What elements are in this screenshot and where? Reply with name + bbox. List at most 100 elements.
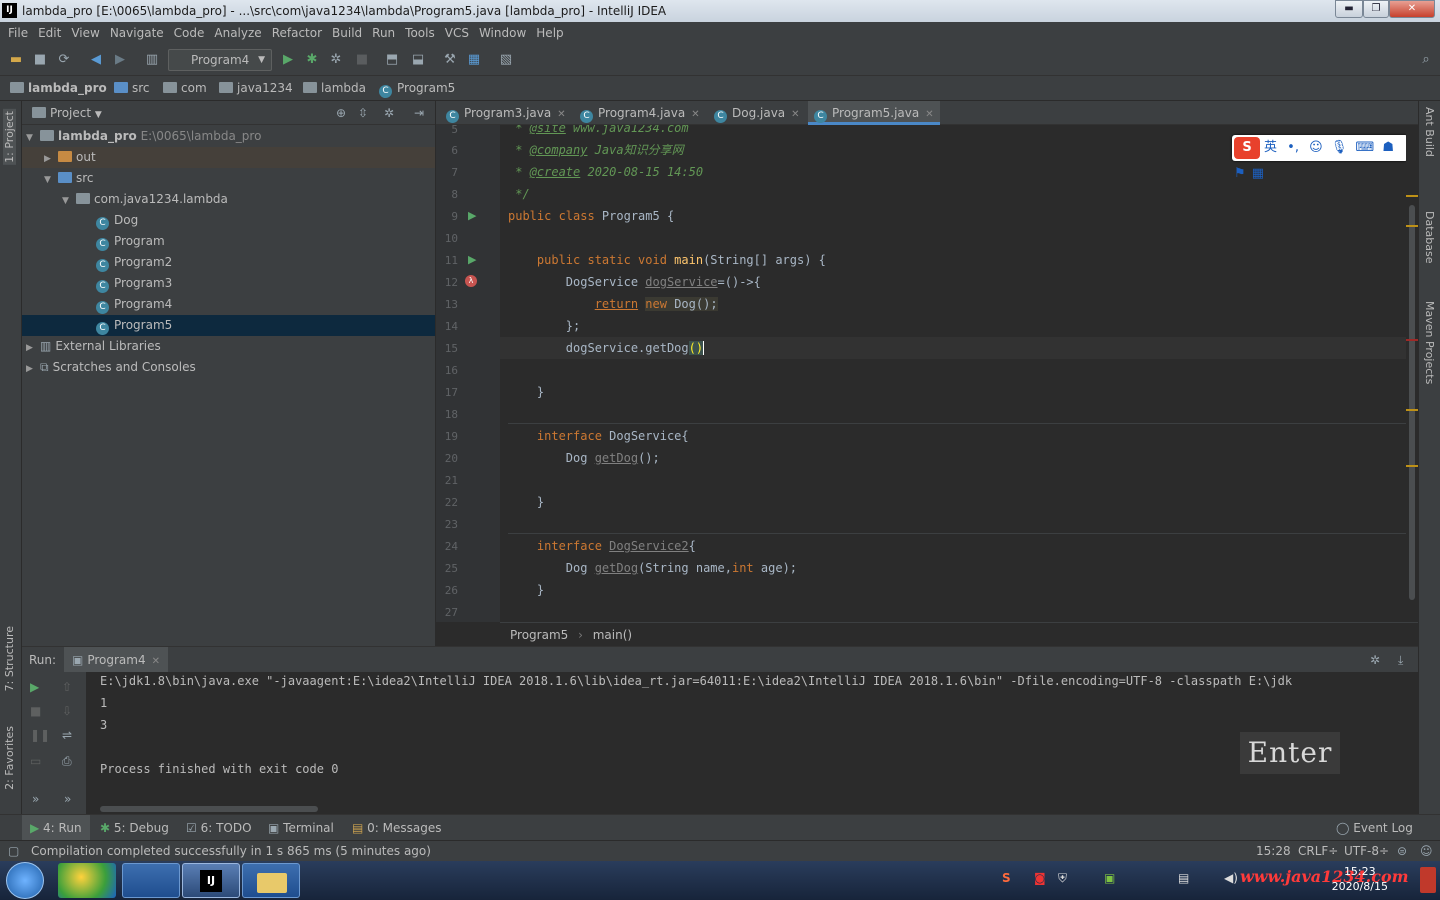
back-icon[interactable]: ◀	[88, 52, 104, 68]
taskbar-intellij-icon[interactable]: IJ	[182, 863, 240, 898]
menu-window[interactable]: Window	[477, 22, 528, 44]
menu-analyze[interactable]: Analyze	[212, 22, 263, 44]
tab-dog[interactable]: C Dog.java ✕	[708, 101, 806, 125]
close-tab-icon[interactable]: ✕	[557, 109, 565, 120]
punctuation-icon[interactable]: •,	[1287, 140, 1299, 155]
project-tool-tab[interactable]: 1: Project	[3, 109, 16, 165]
soft-wrap-icon[interactable]: ⇌	[62, 728, 72, 742]
tree-item-out[interactable]: ▶ out	[22, 147, 435, 168]
vcs-icon[interactable]: ▧	[498, 52, 514, 68]
print-icon[interactable]: ⎙	[62, 754, 72, 769]
tray-network-icon[interactable]: ▤	[1178, 871, 1189, 885]
caret-position[interactable]: 15:28	[1256, 841, 1291, 861]
run-tab-program4[interactable]: ▣ Program4 ✕	[64, 647, 168, 673]
breadcrumb-class[interactable]: Program5	[510, 628, 568, 642]
coverage-icon[interactable]: ✲	[328, 52, 344, 68]
tree-item-scratches[interactable]: ▶ ⧉ Scratches and Consoles	[22, 357, 435, 378]
user-icon[interactable]: ☗	[1382, 140, 1394, 155]
tree-item-class[interactable]: C Program2	[22, 252, 435, 273]
menu-tools[interactable]: Tools	[403, 22, 437, 44]
maximize-button[interactable]: ❐	[1363, 0, 1389, 18]
dump-icon[interactable]: ▭	[30, 754, 41, 768]
stop-icon[interactable]: ■	[30, 704, 41, 718]
breadcrumb-lambda[interactable]: lambda	[303, 76, 366, 100]
keyboard-icon[interactable]: ⌨	[1355, 140, 1374, 155]
run-icon[interactable]: ▶	[280, 52, 296, 68]
inspector-icon[interactable]: ☺	[1420, 841, 1433, 861]
ime-toolbar[interactable]: S英 •, ☺ 🎙 ⌨ ☗ ⚑ ▦	[1232, 135, 1408, 181]
menu-code[interactable]: Code	[172, 22, 207, 44]
menu-navigate[interactable]: Navigate	[108, 22, 166, 44]
tab-debug[interactable]: ✱ 5: Debug	[100, 815, 169, 841]
taskbar-explorer-icon[interactable]	[242, 863, 300, 898]
taskbar-app-icon[interactable]	[58, 863, 116, 898]
tree-item-root[interactable]: ▼ lambda_pro E:\0065\lambda_pro	[22, 126, 435, 147]
favorites-tool-tab[interactable]: 2: Favorites	[3, 726, 16, 790]
file-encoding[interactable]: UTF-8÷	[1344, 841, 1389, 861]
tab-todo[interactable]: ☑ 6: TODO	[186, 815, 252, 841]
warning-stripe[interactable]	[1406, 465, 1418, 467]
start-button[interactable]	[6, 862, 44, 899]
close-tab-icon[interactable]: ✕	[791, 109, 799, 120]
menu-edit[interactable]: Edit	[36, 22, 63, 44]
taskbar-browser-icon[interactable]	[122, 863, 180, 898]
forward-icon[interactable]: ▶	[112, 52, 128, 68]
tree-item-class-selected[interactable]: C Program5	[22, 315, 435, 336]
tray-volume-icon[interactable]: ◀)	[1224, 871, 1238, 885]
breadcrumb-project[interactable]: lambda_pro	[10, 76, 107, 100]
menu-refactor[interactable]: Refactor	[270, 22, 324, 44]
warning-stripe[interactable]	[1406, 195, 1418, 197]
console-output[interactable]: E:\jdk1.8\bin\java.exe "-javaagent:E:\id…	[86, 672, 1406, 814]
warning-stripe[interactable]	[1406, 409, 1418, 411]
menu-build[interactable]: Build	[330, 22, 364, 44]
line-separator[interactable]: CRLF÷	[1298, 841, 1338, 861]
scrollbar-thumb[interactable]	[1409, 205, 1415, 600]
menu-help[interactable]: Help	[534, 22, 565, 44]
tree-item-class[interactable]: C Dog	[22, 210, 435, 231]
search-everywhere-icon[interactable]: ⌕	[1418, 52, 1434, 68]
ant-build-tool-tab[interactable]: Ant Build	[1423, 107, 1436, 157]
chevron-down-icon[interactable]: ▼	[95, 110, 102, 120]
tab-program4[interactable]: C Program4.java ✕	[574, 101, 706, 125]
more-icon[interactable]: »	[32, 792, 39, 806]
code-editor[interactable]: * @site www.java1234.com * @company Java…	[500, 125, 1406, 622]
menu-grid-icon[interactable]: ▦	[1252, 166, 1264, 181]
tab-run[interactable]: ▶ 4: Run	[22, 815, 90, 841]
tray-app-icon[interactable]: ◙	[1034, 871, 1046, 885]
tree-item-class[interactable]: C Program4	[22, 294, 435, 315]
structure-tool-tab[interactable]: 7: Structure	[3, 626, 16, 691]
project-structure-icon[interactable]: ▦	[466, 52, 482, 68]
tray-sogou-icon[interactable]: S	[1002, 871, 1011, 885]
rerun-icon[interactable]: ▶	[30, 680, 39, 694]
menu-run[interactable]: Run	[370, 22, 397, 44]
build-icon[interactable]: ▥	[144, 52, 160, 68]
tab-program3[interactable]: C Program3.java ✕	[440, 101, 572, 125]
gear-icon[interactable]: ✲	[384, 101, 394, 125]
hide-panel-icon[interactable]: ⤓	[1398, 647, 1403, 673]
tray-shield-icon[interactable]: ⛨	[1058, 871, 1067, 886]
breadcrumb-src[interactable]: src	[114, 76, 150, 100]
stop-icon[interactable]: ■	[354, 52, 370, 68]
gear-icon[interactable]: ✲	[1370, 647, 1380, 673]
collapse-all-icon[interactable]: ⇳	[358, 101, 368, 125]
ime-language-toggle[interactable]: 英	[1264, 140, 1277, 155]
more-icon[interactable]: »	[64, 792, 71, 806]
attach-icon[interactable]: ⬒	[384, 52, 400, 68]
close-tab-icon[interactable]: ✕	[691, 109, 699, 120]
breadcrumb-com[interactable]: com	[163, 76, 207, 100]
run-gutter-icon[interactable]: ▶	[468, 253, 476, 266]
close-tab-icon[interactable]: ✕	[152, 656, 160, 667]
down-arrow-icon[interactable]: ⇩	[62, 704, 72, 718]
hide-panel-icon[interactable]: ⇥	[414, 101, 424, 125]
tab-program5[interactable]: C Program5.java ✕	[808, 101, 940, 125]
tray-nvidia-icon[interactable]: ▣	[1104, 871, 1115, 885]
tree-item-class[interactable]: C Program3	[22, 273, 435, 294]
menu-file[interactable]: File	[6, 22, 30, 44]
project-view-select[interactable]: Project	[50, 106, 91, 120]
open-folder-icon[interactable]: ▬	[8, 52, 24, 68]
pause-icon[interactable]: ❚❚	[30, 728, 50, 742]
run-config-select[interactable]: Program4 ▼	[168, 49, 272, 71]
error-stripe[interactable]	[1406, 339, 1418, 341]
breadcrumb-program5[interactable]: C Program5	[379, 76, 455, 100]
tree-item-src[interactable]: ▼ src	[22, 168, 435, 189]
